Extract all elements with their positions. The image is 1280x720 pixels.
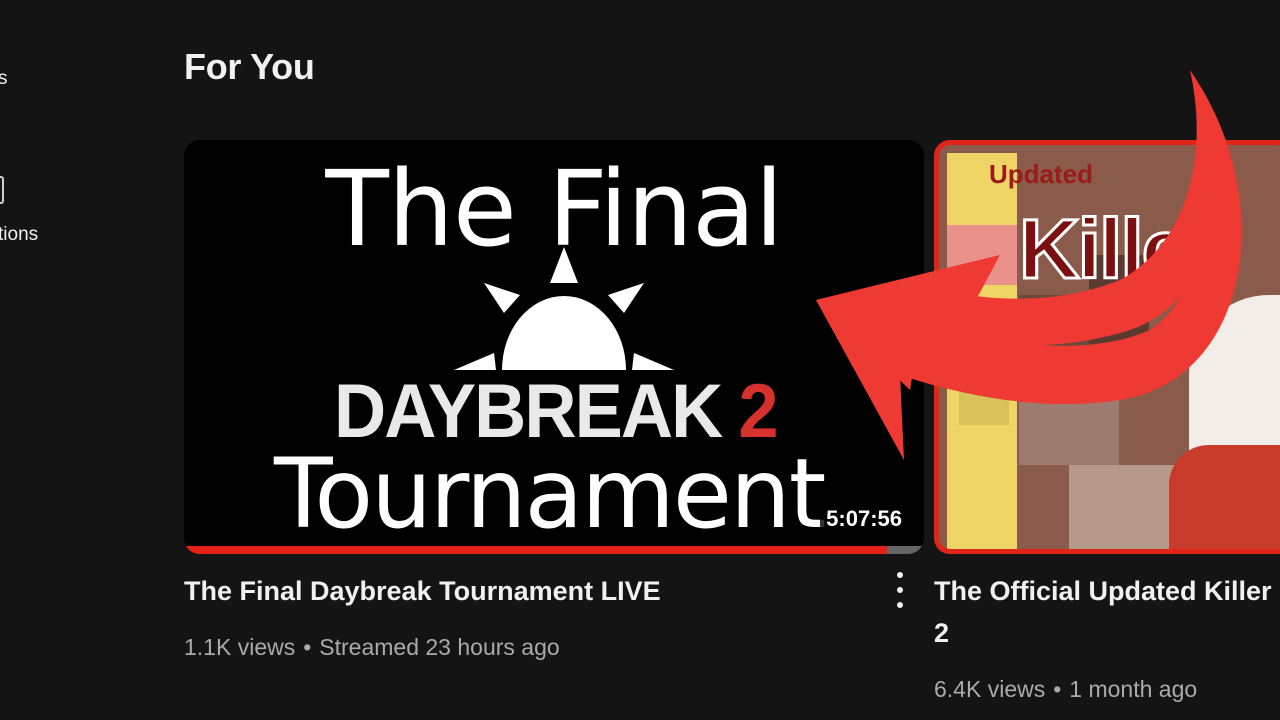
sidebar: s tions: [0, 0, 150, 720]
view-count: 1.1K views: [184, 634, 296, 660]
thumbnail-subtitle-text: Tournament: [274, 438, 826, 550]
thumbnail-label-big: Killer: [1017, 201, 1220, 298]
video-meta: 6.4K views • 1 month ago: [934, 676, 1197, 703]
upload-age: Streamed 23 hours ago: [319, 634, 560, 660]
character-illustration: [1169, 445, 1280, 549]
subscriptions-icon[interactable]: [0, 176, 4, 204]
sidebar-item-label[interactable]: s: [0, 68, 8, 90]
tier-column: [947, 153, 1017, 549]
sidebar-item-label[interactable]: tions: [0, 224, 38, 246]
more-vert-icon: [897, 572, 903, 578]
more-vert-icon-dot: [897, 587, 903, 593]
upload-age: 1 month ago: [1069, 676, 1198, 702]
video-title-line: The Official Updated Killer: [934, 576, 1272, 606]
tier-row: [947, 225, 1017, 285]
video-thumbnail[interactable]: The Final DAYBREAK 2 Tournament 5:07:56: [184, 140, 924, 554]
watch-progress-fill: [184, 546, 887, 554]
view-count: 6.4K views: [934, 676, 1046, 702]
watch-progress-bar: [184, 546, 924, 554]
pixelated-image: [1019, 295, 1089, 365]
pixelated-image: [1019, 375, 1119, 465]
more-options-button[interactable]: [890, 572, 910, 608]
video-thumbnail[interactable]: Updated Killer: [934, 140, 1280, 554]
separator: •: [303, 634, 312, 660]
duration-badge: 5:07:56: [820, 504, 908, 534]
separator: •: [1053, 676, 1062, 702]
sun-logo-icon: [454, 247, 674, 370]
more-vert-icon-dot: [897, 602, 903, 608]
thumbnail-label-small: Updated: [989, 159, 1093, 189]
video-title[interactable]: The Final Daybreak Tournament LIVE: [184, 570, 661, 612]
video-title-line: 2: [934, 618, 950, 648]
video-meta: 1.1K views • Streamed 23 hours ago: [184, 634, 560, 661]
pixelated-image: [1069, 465, 1179, 549]
section-title: For You: [184, 46, 315, 87]
video-title[interactable]: The Official Updated Killer 2: [934, 570, 1272, 654]
pixelated-image: [959, 365, 1009, 425]
